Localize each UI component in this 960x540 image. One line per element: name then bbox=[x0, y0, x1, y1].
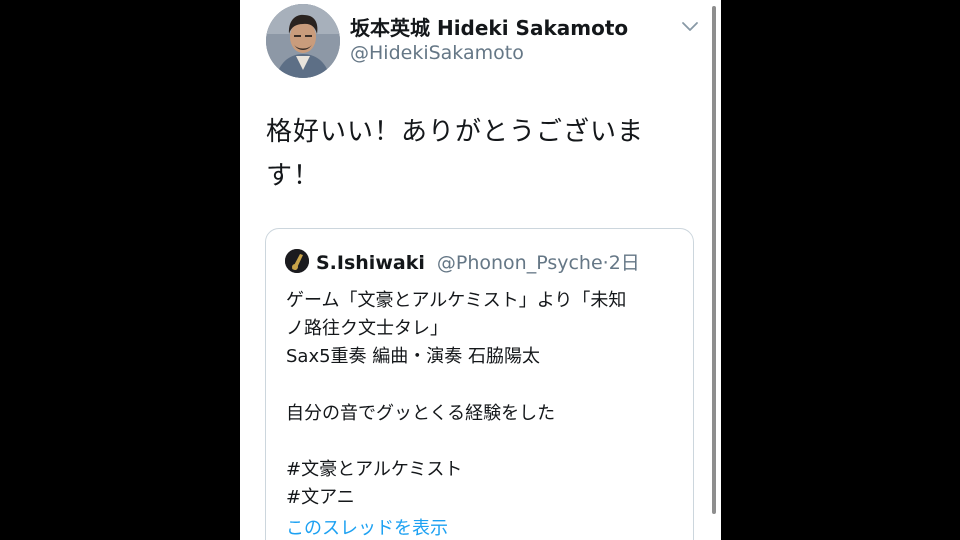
author-display-name[interactable]: 坂本英城 Hideki Sakamoto bbox=[350, 12, 628, 41]
chevron-down-icon[interactable] bbox=[680, 18, 700, 32]
quoted-text-line: ゲーム「文豪とアルケミスト」より「未知 bbox=[286, 290, 627, 311]
quoted-text-line: 自分の音でグッとくる経験をした bbox=[286, 402, 556, 424]
scrollbar[interactable] bbox=[712, 6, 716, 514]
quoted-text-line: ノ路往ク文士タレ」 bbox=[286, 318, 448, 340]
quoted-text-blank-line bbox=[286, 428, 686, 456]
author-handle[interactable]: @HidekiSakamoto bbox=[350, 42, 524, 64]
quoted-timestamp: 2日 bbox=[608, 252, 640, 274]
hashtag-bungo-alchemist[interactable]: #文豪とアルケミスト bbox=[286, 456, 686, 484]
quoted-text-blank-line bbox=[286, 372, 686, 400]
hashtag-bunani[interactable]: #文アニ bbox=[286, 484, 686, 512]
quoted-author-name: S.Ishiwaki bbox=[316, 252, 425, 274]
tweet-screen: 坂本英城 Hideki Sakamoto @HidekiSakamoto 格好い… bbox=[240, 0, 721, 540]
quoted-tweet-header: S.Ishiwaki @Phonon_Psyche·2日 bbox=[316, 248, 640, 275]
quoted-tweet-card[interactable]: S.Ishiwaki @Phonon_Psyche·2日 ゲーム「文豪とアルケミ… bbox=[265, 228, 694, 540]
tweet-text: 格好いい！ありがとうございます！ bbox=[266, 117, 645, 191]
author-avatar[interactable] bbox=[266, 4, 340, 78]
quoted-tweet-text: ゲーム「文豪とアルケミスト」より「未知 ノ路往ク文士タレ」 Sax5重奏 編曲・… bbox=[286, 287, 686, 513]
avatar-photo bbox=[266, 4, 340, 78]
show-thread-link[interactable]: このスレッドを表示 bbox=[286, 514, 448, 540]
quoted-author-avatar bbox=[285, 249, 309, 273]
quoted-text-line: Sax5重奏 編曲・演奏 石脇陽太 bbox=[286, 346, 541, 368]
quoted-author-handle: @Phonon_Psyche bbox=[436, 252, 603, 274]
